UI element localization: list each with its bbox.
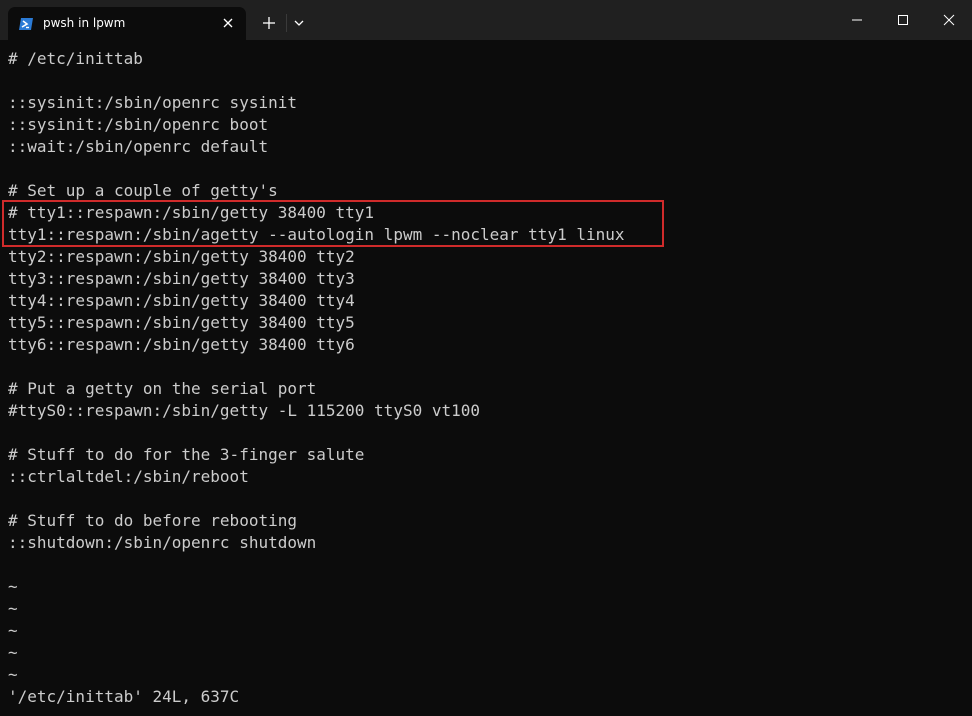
tilde-line: ~	[8, 577, 18, 596]
tilde-line: ~	[8, 599, 18, 618]
terminal-line: ::shutdown:/sbin/openrc shutdown	[8, 533, 317, 552]
maximize-icon	[898, 15, 908, 25]
tab-title: pwsh in lpwm	[43, 16, 126, 30]
terminal-line: # /etc/inittab	[8, 49, 143, 68]
minimize-button[interactable]	[834, 0, 880, 40]
terminal-line: # Stuff to do for the 3-finger salute	[8, 445, 365, 464]
terminal-line: #ttyS0::respawn:/sbin/getty -L 115200 tt…	[8, 401, 481, 420]
minimize-icon	[852, 19, 862, 21]
tilde-line: ~	[8, 665, 18, 684]
tilde-line: ~	[8, 621, 18, 640]
tab-divider	[286, 14, 287, 32]
tilde-line: ~	[8, 643, 18, 662]
maximize-button[interactable]	[880, 0, 926, 40]
terminal-line: ::wait:/sbin/openrc default	[8, 137, 269, 156]
tab-close-icon[interactable]	[220, 15, 236, 31]
title-bar: pwsh in lpwm	[0, 0, 972, 40]
close-icon	[943, 14, 955, 26]
terminal-window: pwsh in lpwm # /etc/inittab::sysinit:/s…	[0, 0, 972, 716]
plus-icon[interactable]	[258, 12, 280, 34]
status-line: '/etc/inittab' 24L, 637C	[8, 687, 240, 706]
powershell-icon	[19, 18, 33, 30]
terminal-line: ::sysinit:/sbin/openrc boot	[8, 115, 269, 134]
terminal-line: ::sysinit:/sbin/openrc sysinit	[8, 93, 297, 112]
terminal-line: tty6::respawn:/sbin/getty 38400 tty6	[8, 335, 355, 354]
terminal-line: tty2::respawn:/sbin/getty 38400 tty2	[8, 247, 355, 266]
terminal-line: # Set up a couple of getty's	[8, 181, 278, 200]
terminal-line: ::ctrlaltdel:/sbin/reboot	[8, 467, 249, 486]
terminal-line: tty5::respawn:/sbin/getty 38400 tty5	[8, 313, 355, 332]
terminal-line: # Stuff to do before rebooting	[8, 511, 297, 530]
terminal-line: # Put a getty on the serial port	[8, 379, 317, 398]
highlight-annotation-box	[2, 200, 664, 247]
tab-pwsh[interactable]: pwsh in lpwm	[8, 7, 246, 40]
terminal-line: tty3::respawn:/sbin/getty 38400 tty3	[8, 269, 355, 288]
terminal-line: tty4::respawn:/sbin/getty 38400 tty4	[8, 291, 355, 310]
close-button[interactable]	[926, 0, 972, 40]
chevron-down-icon[interactable]	[290, 12, 308, 34]
terminal-content[interactable]: # /etc/inittab ::sysinit:/sbin/openrc sy…	[0, 48, 972, 716]
